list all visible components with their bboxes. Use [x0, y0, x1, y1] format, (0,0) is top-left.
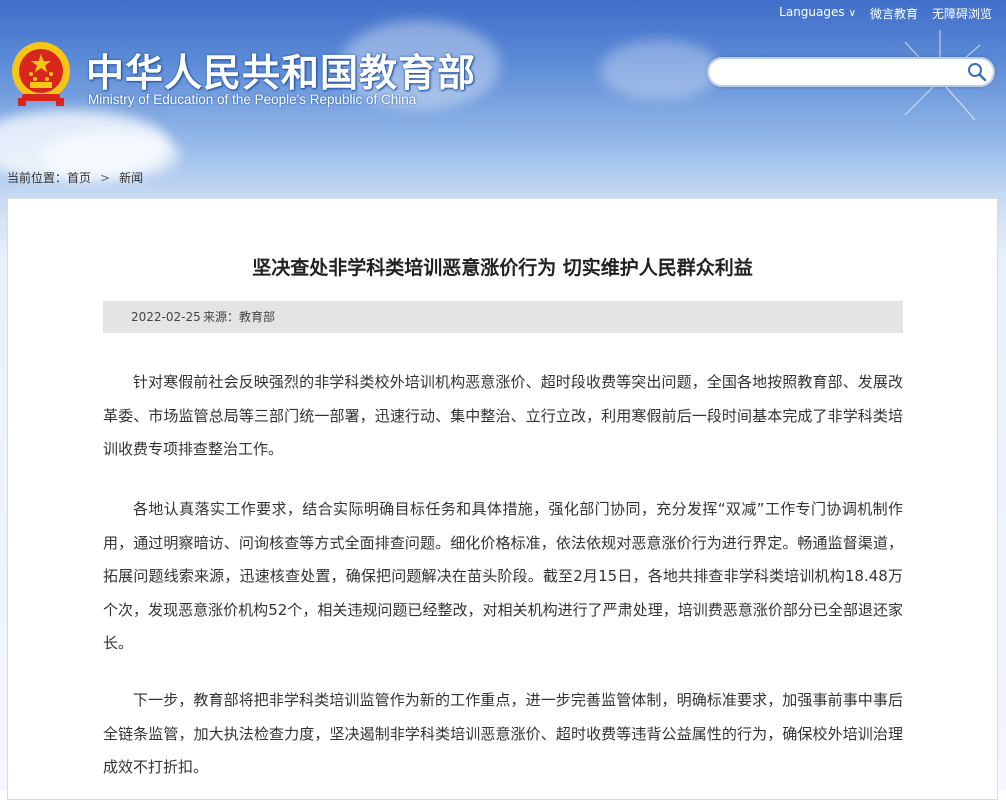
article-title: 坚决查处非学科类培训恶意涨价行为 切实维护人民群众利益: [252, 257, 753, 279]
site-subtitle: Ministry of Education of the People's Re…: [88, 92, 417, 107]
breadcrumb-item-news[interactable]: 新闻: [119, 169, 143, 186]
article-paragraph: 下一步，教育部将把非学科类培训监管作为新的工作重点，进一步完善监管体制，明确标准…: [103, 691, 903, 776]
cloud-decoration: [600, 40, 720, 100]
chevron-down-icon: ∨: [848, 8, 856, 19]
search-box: [707, 57, 995, 87]
article-paragraph: 针对寒假前社会反映强烈的非学科类校外培训机构恶意涨价、超时段收费等突出问题，全国…: [103, 373, 903, 458]
top-links: Languages ∨ 微言教育 无障碍浏览: [779, 5, 992, 22]
accessibility-link[interactable]: 无障碍浏览: [932, 5, 992, 22]
national-emblem-icon[interactable]: [10, 40, 72, 108]
search-input[interactable]: [721, 63, 965, 83]
breadcrumb: 当前位置： 首页 > 新闻: [7, 169, 143, 186]
languages-link[interactable]: Languages ∨: [779, 5, 856, 22]
article-paragraph: 各地认真落实工作要求，结合实际明确目标任务和具体措施，强化部门协同，充分发挥“双…: [103, 500, 903, 652]
site-title[interactable]: 中华人民共和国教育部: [86, 42, 476, 97]
article-date: 2022-02-25: [131, 310, 201, 324]
breadcrumb-label: 当前位置：: [7, 171, 68, 185]
breadcrumb-item-home[interactable]: 首页: [67, 169, 91, 186]
chevron-right-icon: >: [100, 170, 111, 185]
article-source: 来源：教育部: [203, 310, 276, 324]
article-meta: 2022-02-25 来源：教育部: [103, 301, 903, 333]
article-panel: 坚决查处非学科类培训恶意涨价行为 切实维护人民群众利益 2022-02-25 来…: [7, 198, 998, 800]
weibo-link[interactable]: 微言教育: [870, 5, 918, 22]
search-icon[interactable]: [967, 62, 987, 82]
